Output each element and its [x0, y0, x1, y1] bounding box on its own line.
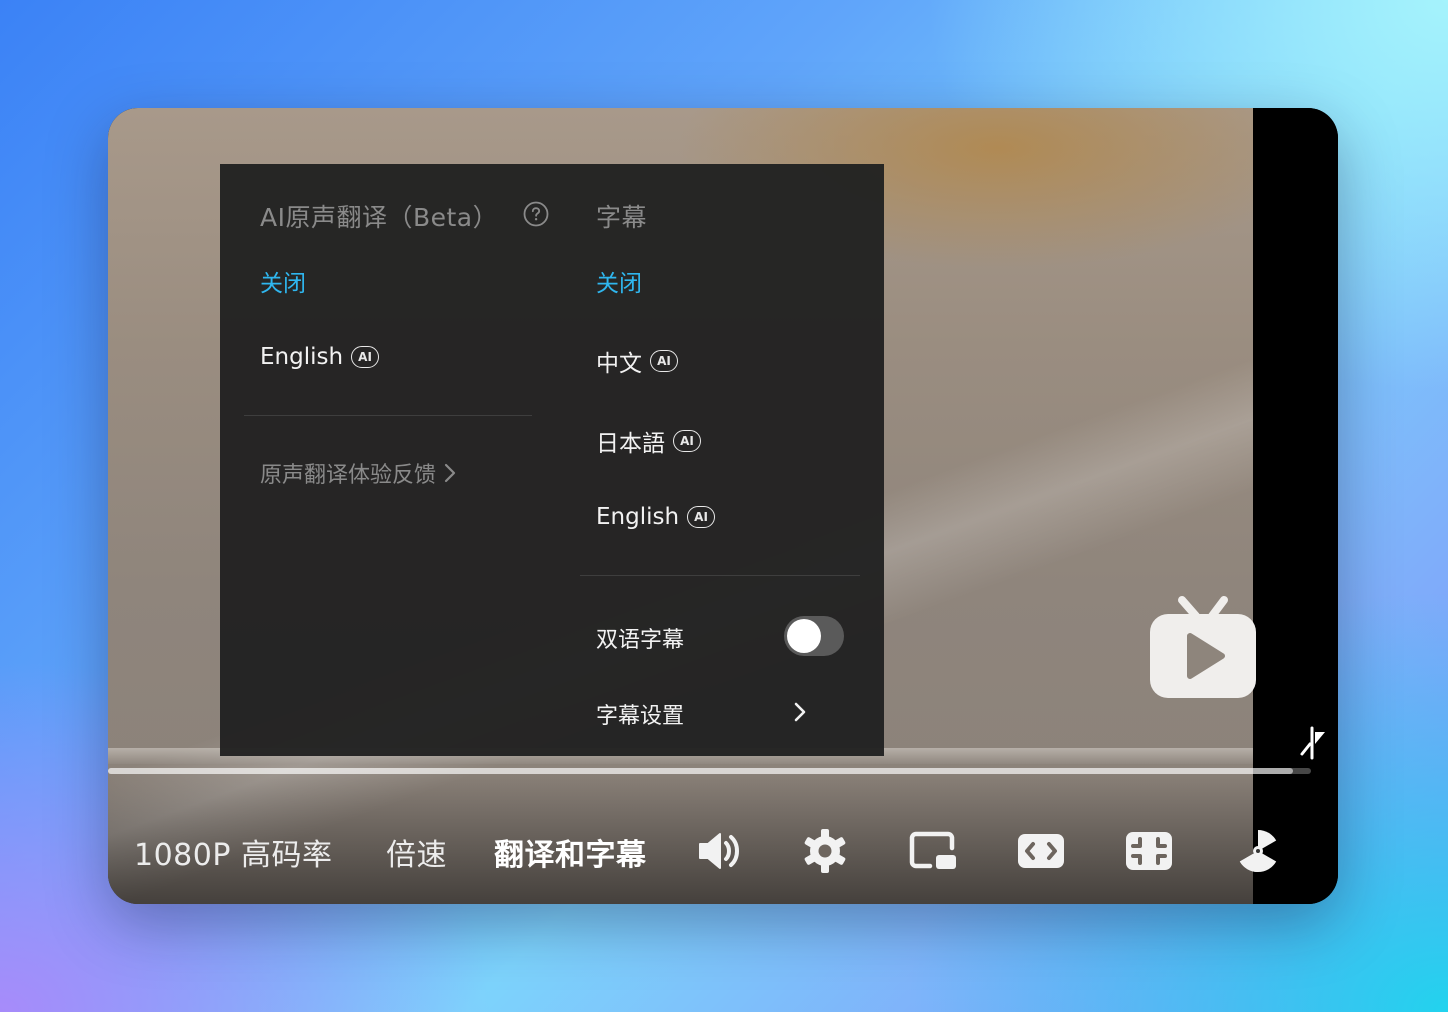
picture-in-picture-icon[interactable] — [908, 826, 958, 876]
subtitles-column: 字幕 关闭 中文 AI 日本語 AI English AI 双语字幕 字幕设置 — [556, 164, 884, 756]
divider — [244, 415, 532, 416]
ai-badge: AI — [687, 506, 716, 528]
feedback-label: 原声翻译体验反馈 — [260, 463, 437, 488]
ai-badge: AI — [673, 430, 701, 452]
subtitles-title: 字幕 — [596, 203, 648, 232]
subtitle-option-off[interactable]: 关闭 — [596, 264, 642, 298]
option-label: English — [260, 344, 344, 370]
subtitle-option-chinese[interactable]: 中文 AI — [596, 344, 678, 378]
option-label: 日本語 — [596, 431, 665, 457]
subtitle-settings-label[interactable]: 字幕设置 — [596, 698, 684, 730]
toggle-knob — [787, 619, 821, 653]
progress-bar[interactable] — [108, 768, 1311, 774]
video-player[interactable]: AI原声翻译（Beta） 关闭 English AI 原声翻译体验反馈 字幕 关… — [108, 108, 1338, 904]
control-bar: 1080P 高码率 倍速 翻译和字幕 — [108, 808, 1338, 892]
ai-translate-title: AI原声翻译（Beta） — [260, 203, 499, 232]
option-label: 中文 — [596, 351, 642, 377]
subtitle-option-japanese[interactable]: 日本語 AI — [596, 424, 701, 458]
translate-feedback-link[interactable]: 原声翻译体验反馈 — [260, 457, 456, 489]
chevron-right-icon — [444, 463, 456, 483]
option-label: English — [596, 504, 680, 530]
web-fullscreen-icon[interactable] — [1124, 826, 1174, 876]
help-icon[interactable] — [523, 201, 549, 227]
quality-button[interactable]: 1080P 高码率 — [134, 830, 332, 874]
settings-gear-icon[interactable] — [800, 826, 850, 876]
speed-button[interactable]: 倍速 — [386, 830, 447, 874]
translation-subtitle-menu: AI原声翻译（Beta） 关闭 English AI 原声翻译体验反馈 字幕 关… — [220, 164, 884, 756]
option-label: 关闭 — [596, 271, 642, 297]
ai-translate-option-off[interactable]: 关闭 — [260, 264, 306, 298]
divider — [580, 575, 860, 576]
chevron-right-icon[interactable] — [792, 697, 810, 727]
progress-knob-icon[interactable] — [1298, 726, 1328, 760]
ai-translate-column: AI原声翻译（Beta） 关闭 English AI 原声翻译体验反馈 — [220, 164, 556, 756]
ai-badge: AI — [650, 350, 678, 372]
tv-logo-icon[interactable] — [1148, 592, 1260, 704]
fullscreen-icon[interactable] — [1233, 826, 1283, 876]
ai-badge: AI — [351, 346, 380, 368]
ai-translate-option-english[interactable]: English AI — [260, 344, 380, 370]
widescreen-icon[interactable] — [1016, 826, 1066, 876]
progress-fill — [108, 768, 1293, 774]
bilingual-subtitle-label: 双语字幕 — [596, 628, 685, 653]
bilingual-subtitle-toggle[interactable] — [784, 616, 844, 656]
volume-icon[interactable] — [694, 826, 744, 876]
option-label: 关闭 — [260, 271, 306, 297]
subtitle-option-english[interactable]: English AI — [596, 504, 716, 530]
translate-subtitle-button[interactable]: 翻译和字幕 — [494, 830, 647, 874]
